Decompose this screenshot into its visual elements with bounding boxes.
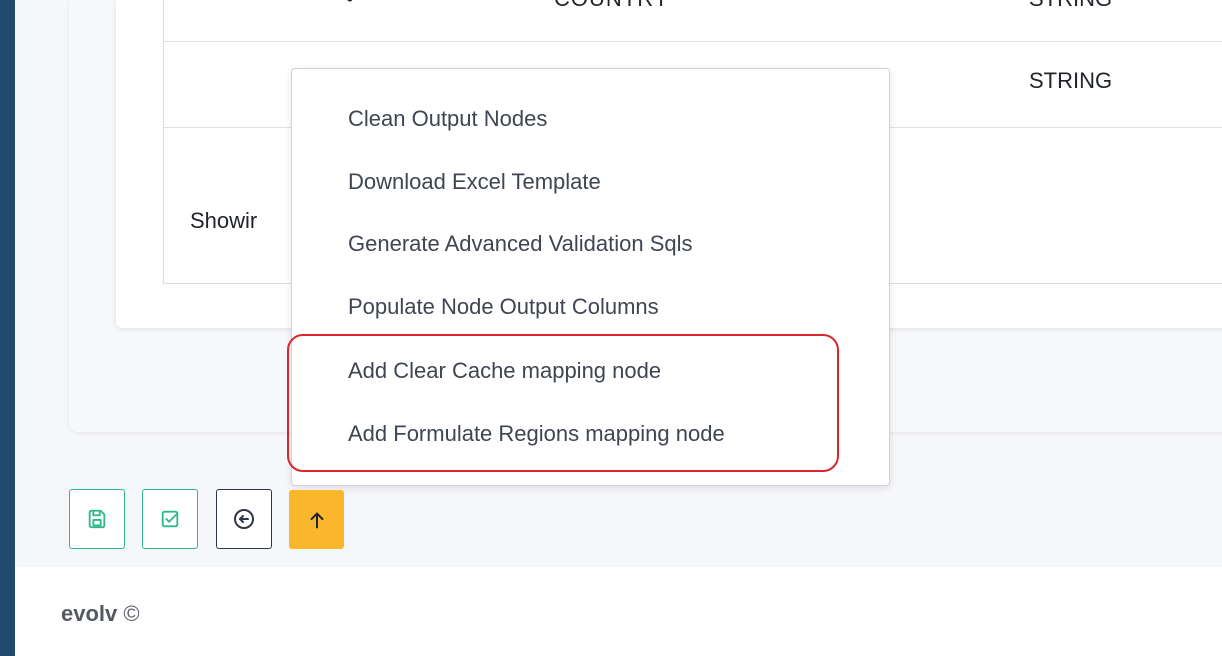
table-cell-type: STRING xyxy=(1029,68,1113,93)
menu-item-populate-output-columns[interactable]: Populate Node Output Columns xyxy=(348,294,659,320)
move-up-button[interactable] xyxy=(289,490,344,549)
validate-button[interactable] xyxy=(142,489,198,549)
circle-arrow-left-icon xyxy=(234,509,254,529)
menu-item-clean-output-nodes[interactable]: Clean Output Nodes xyxy=(348,106,547,132)
copyright-symbol: © xyxy=(123,601,140,626)
table-row[interactable]: • COUNTRY STRING xyxy=(164,0,1222,42)
back-button[interactable] xyxy=(216,489,272,549)
app-window: • COUNTRY STRING STRING Showir Clean Out… xyxy=(15,0,1222,656)
menu-item-add-formulate-regions-node[interactable]: Add Formulate Regions mapping node xyxy=(348,421,725,447)
arrow-up-icon xyxy=(309,512,324,528)
pagination-info: Showir xyxy=(190,208,258,233)
menu-item-generate-validation-sqls[interactable]: Generate Advanced Validation Sqls xyxy=(348,231,693,257)
footer: evolv © xyxy=(15,567,1222,656)
brand-name: evolv xyxy=(61,601,118,626)
footer-brand: evolv © xyxy=(61,601,140,627)
checkbox-icon xyxy=(161,510,179,528)
menu-item-add-clear-cache-node[interactable]: Add Clear Cache mapping node xyxy=(348,358,661,384)
table-cell: • xyxy=(346,0,354,12)
menu-item-download-excel-template[interactable]: Download Excel Template xyxy=(348,169,601,195)
save-icon xyxy=(88,509,106,529)
table-cell-type: STRING xyxy=(1029,0,1112,12)
table-cell: COUNTRY xyxy=(554,0,669,12)
save-button[interactable] xyxy=(69,489,125,549)
context-menu: Clean Output Nodes Download Excel Templa… xyxy=(291,68,890,486)
